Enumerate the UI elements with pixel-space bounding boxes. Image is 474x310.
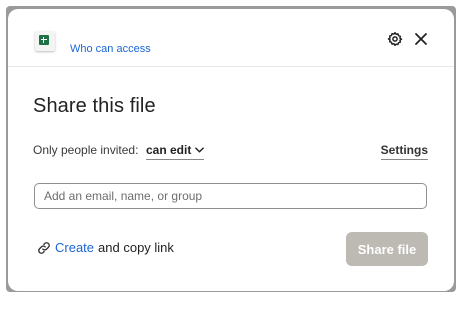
permission-dropdown[interactable]: can edit [146, 143, 205, 160]
who-can-access-link[interactable]: Who can access [70, 43, 151, 55]
copy-link-text: and copy link [98, 240, 174, 255]
chevron-down-icon [195, 147, 205, 153]
settings-link[interactable]: Settings [380, 143, 428, 160]
create-link-row: Create and copy link [37, 240, 174, 255]
dialog-header: Who can access [8, 9, 454, 67]
link-icon [38, 241, 50, 254]
share-dialog: Who can access Share this file Only peop… [8, 9, 454, 291]
permission-value: can edit [146, 143, 192, 157]
dialog-title: Share this file [33, 95, 156, 117]
share-file-button[interactable]: Share file [346, 232, 428, 266]
spreadsheet-file-icon [35, 31, 55, 51]
permission-label: Only people invited: [33, 143, 139, 157]
gear-icon[interactable] [385, 29, 405, 49]
close-icon[interactable] [411, 29, 431, 49]
create-link[interactable]: Create [55, 240, 94, 255]
email-name-group-input[interactable] [34, 183, 427, 209]
